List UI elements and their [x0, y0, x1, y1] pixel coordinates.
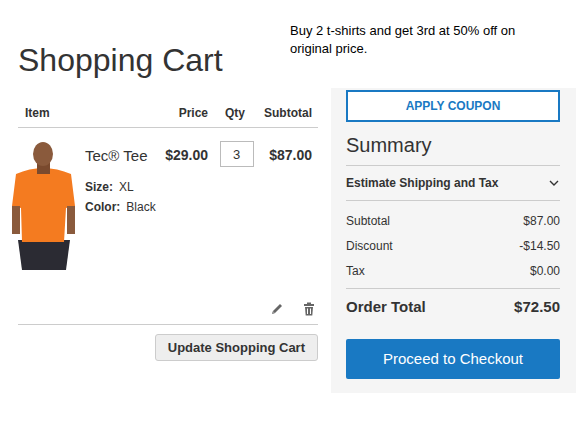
option-value: XL — [119, 177, 134, 197]
total-label: Tax — [346, 259, 365, 284]
option-label: Size: — [85, 177, 113, 197]
pencil-icon — [270, 302, 284, 316]
checkout-button[interactable]: Proceed to Checkout — [346, 339, 560, 379]
item-subtotal: $87.00 — [256, 140, 318, 163]
trash-icon — [302, 302, 316, 316]
column-header: Item — [18, 106, 158, 120]
order-total-label: Order Total — [346, 298, 426, 315]
totals-list: Subtotal $87.00 Discount -$14.50 Tax $0.00 — [346, 201, 560, 288]
qty-cell — [214, 140, 256, 167]
total-value: -$14.50 — [519, 234, 560, 259]
option-value: Black — [126, 197, 155, 217]
item-actions — [18, 290, 318, 325]
apply-coupon-button[interactable]: APPLY COUPON — [346, 90, 560, 122]
order-total-value: $72.50 — [514, 298, 560, 315]
qty-input[interactable] — [220, 141, 254, 167]
chevron-icon — [548, 177, 560, 189]
total-label: Discount — [346, 234, 393, 259]
column-header: Subtotal — [256, 106, 318, 120]
total-row: Tax $0.00 — [346, 259, 560, 284]
delete-button[interactable] — [302, 302, 316, 316]
summary-title: Summary — [346, 122, 560, 166]
column-header: Qty — [214, 106, 256, 120]
summary-panel: APPLY COUPONSummary Estimate Shipping and… — [331, 88, 576, 393]
shipping-toggle[interactable]: Estimate Shipping and Tax — [346, 166, 560, 201]
cart-table: ItemPriceQtySubtotal Tec® Tee Size: XLColor… — [18, 98, 318, 361]
table-header: ItemPriceQtySubtotal — [18, 98, 318, 128]
item-details: Tec® Tee Size: XLColor: Black — [85, 140, 156, 270]
cart-main: ItemPriceQtySubtotalTec® TeeSize:XLColor… — [18, 88, 580, 393]
product-photo — [12, 140, 75, 270]
item-price: $29.00 — [158, 140, 214, 163]
update-cart-button[interactable]: Update Shopping Cart — [155, 334, 318, 361]
promo-note: Buy 2 t-shirts and get 3rd at 50% off on… — [290, 22, 540, 58]
column-header: Price — [158, 106, 214, 120]
total-label: Subtotal — [346, 209, 390, 234]
item-option: Color: Black — [85, 197, 156, 217]
edit-button[interactable] — [270, 302, 284, 316]
total-row: Subtotal $87.00 — [346, 209, 560, 234]
cart-row: Tec® Tee Size: XLColor: Black $29.00 $87.00 — [18, 128, 318, 270]
total-value: $0.00 — [530, 259, 560, 284]
item-cell: Tec® Tee Size: XLColor: Black — [18, 140, 158, 270]
update-row: Update Shopping Cart — [18, 334, 318, 361]
shipping-label: Estimate Shipping and Tax — [346, 176, 498, 190]
item-options: Size: XLColor: Black — [85, 177, 156, 217]
product-name[interactable]: Tec® Tee — [85, 147, 156, 164]
total-row: Discount -$14.50 — [346, 234, 560, 259]
option-label: Color: — [85, 197, 120, 217]
total-value: $87.00 — [523, 209, 560, 234]
order-total: Order Total $72.50 — [346, 288, 560, 325]
item-option: Size: XL — [85, 177, 156, 197]
